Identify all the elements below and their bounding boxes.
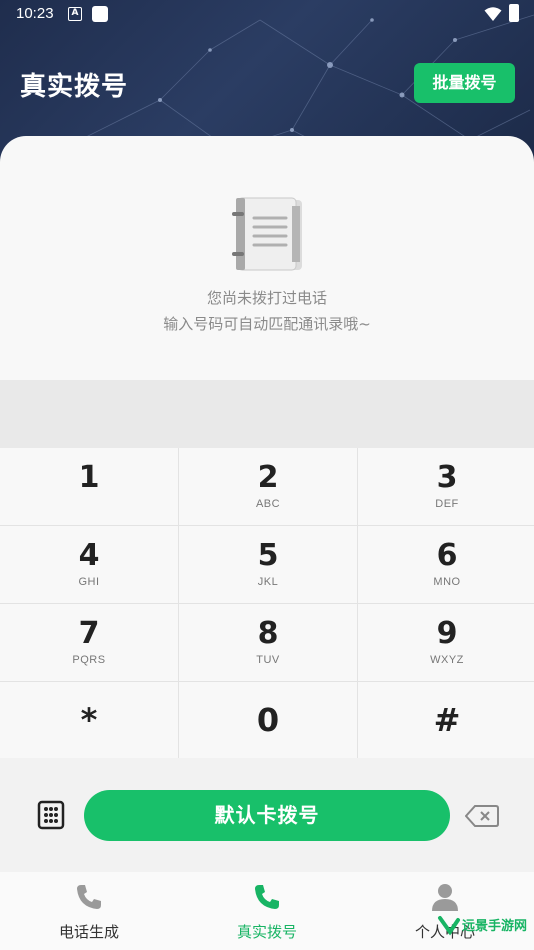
- dial-keypad: 1 2 ABC 3 DEF 4 GHI 5 JKL 6 MNO 7 PQRS 8 TUV 9 W…: [0, 448, 534, 761]
- key-letters: WXYZ: [430, 654, 464, 666]
- person-icon: [432, 884, 458, 911]
- address-book-icon: [232, 197, 302, 271]
- key-digit: 9: [436, 616, 458, 651]
- key-digit: 3: [436, 460, 458, 495]
- nav-item-real-dial[interactable]: 真实拨号: [178, 872, 356, 950]
- key-letters: TUV: [256, 654, 280, 666]
- key-1[interactable]: 1: [0, 448, 178, 525]
- notification-square-icon: [92, 6, 108, 22]
- key-letters: GHI: [78, 576, 100, 588]
- key-7[interactable]: 7 PQRS: [0, 604, 178, 681]
- key-star[interactable]: *: [0, 682, 178, 761]
- key-letters: MNO: [433, 576, 461, 588]
- key-letters: DEF: [435, 498, 459, 510]
- phone-icon: [255, 885, 279, 909]
- key-digit: 1: [78, 460, 100, 495]
- page-title: 真实拨号: [20, 72, 129, 102]
- status-time: 10:23: [16, 5, 54, 22]
- backspace-icon[interactable]: [465, 804, 499, 828]
- key-digit: 2: [257, 460, 279, 495]
- key-8[interactable]: 8 TUV: [179, 604, 357, 681]
- wifi-icon: [484, 7, 502, 21]
- key-letters: JKL: [257, 576, 279, 588]
- key-3[interactable]: 3 DEF: [358, 448, 534, 525]
- key-letters: ABC: [255, 498, 281, 510]
- battery-icon: [509, 4, 519, 22]
- phone-icon: [77, 885, 101, 909]
- key-digit: 8: [257, 616, 279, 651]
- key-digit: #: [433, 701, 461, 739]
- nav-label: 真实拨号: [236, 923, 297, 941]
- key-letters: PQRS: [72, 654, 106, 666]
- status-bar: 10:23 A: [0, 0, 534, 30]
- notification-a-icon: A: [68, 7, 82, 21]
- number-input-field[interactable]: [0, 380, 534, 448]
- empty-state-message: 您尚未拨打过电话: [206, 289, 327, 307]
- key-hash[interactable]: #: [358, 682, 534, 761]
- key-digit: 7: [78, 616, 100, 651]
- nav-item-phone-generate[interactable]: 电话生成: [0, 872, 178, 950]
- key-digit: 4: [78, 538, 100, 573]
- key-4[interactable]: 4 GHI: [0, 526, 178, 603]
- key-digit: 0: [256, 701, 280, 739]
- key-2[interactable]: 2 ABC: [179, 448, 357, 525]
- default-sim-dial-button[interactable]: 默认卡拨号: [84, 790, 450, 841]
- key-digit: 5: [257, 538, 279, 573]
- keypad-toggle-icon[interactable]: [37, 800, 65, 830]
- key-0[interactable]: 0: [179, 682, 357, 761]
- key-9[interactable]: 9 WXYZ: [358, 604, 534, 681]
- key-digit: *: [80, 701, 98, 739]
- watermark-text: 远景手游网: [462, 919, 528, 934]
- empty-state-hint: 输入号码可自动匹配通讯录哦~: [163, 315, 371, 333]
- key-6[interactable]: 6 MNO: [358, 526, 534, 603]
- nav-label: 电话生成: [58, 923, 119, 941]
- key-digit: 6: [436, 538, 458, 573]
- batch-dial-button[interactable]: 批量拨号: [414, 63, 515, 103]
- key-5[interactable]: 5 JKL: [179, 526, 357, 603]
